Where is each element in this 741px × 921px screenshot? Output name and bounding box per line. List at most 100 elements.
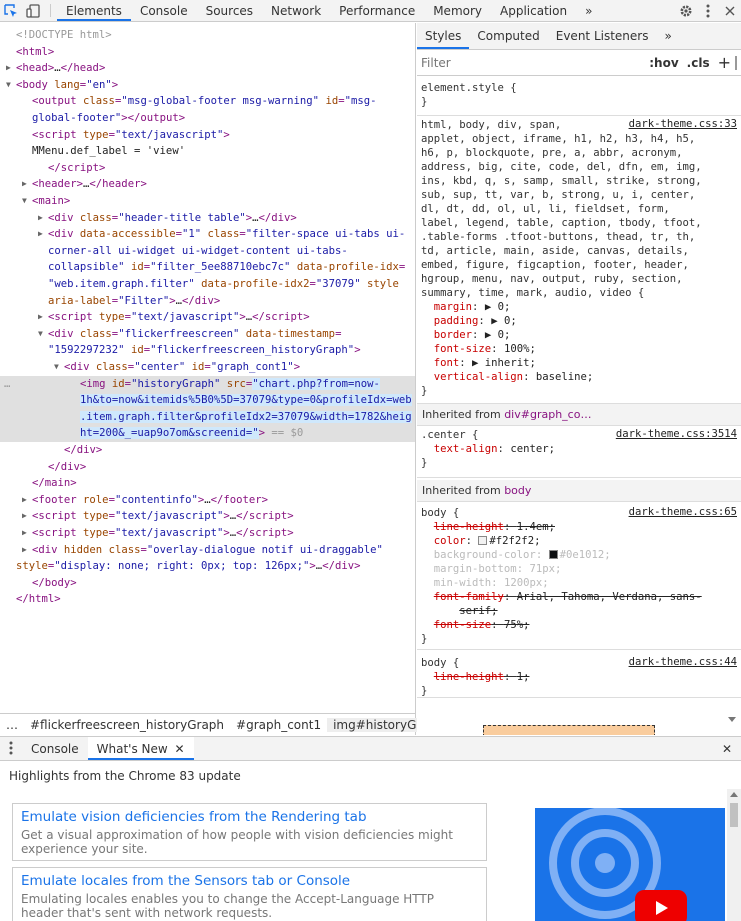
- feature-card-vision[interactable]: Emulate vision deficiencies from the Ren…: [12, 803, 487, 861]
- dom-node-line[interactable]: aria-label="Filter">…</div>: [0, 293, 415, 310]
- feature-card-title[interactable]: Emulate locales from the Sensors tab or …: [21, 873, 478, 890]
- reset-rule-source-link[interactable]: dark-theme.css:33: [629, 118, 737, 130]
- css-declaration[interactable]: line-height: 1.4em;: [421, 520, 737, 534]
- more-options-icon[interactable]: [697, 0, 719, 22]
- body-rule-65-source-link[interactable]: dark-theme.css:65: [629, 506, 737, 518]
- css-declaration[interactable]: min-width: 1200px;: [421, 576, 737, 590]
- dom-node-line[interactable]: ▼ <main>: [0, 193, 415, 210]
- styles-scroll-down-icon[interactable]: [727, 713, 741, 735]
- breadcrumb-flickerfreescreen[interactable]: #flickerfreescreen_historyGraph: [24, 718, 230, 732]
- inherited-from-body-link[interactable]: body: [504, 484, 531, 497]
- dom-node-line[interactable]: </body>: [0, 575, 415, 592]
- dom-node-line[interactable]: "web.item.graph.filter" data-profile-idx…: [0, 276, 415, 293]
- dom-node-line[interactable]: </html>: [0, 591, 415, 608]
- dom-tree-panel[interactable]: <!DOCTYPE html> <html> ▶ <head>…</head> ▼ <bo…: [0, 23, 416, 713]
- dom-node-line[interactable]: 1h&to=now&itemids%5B0%5D=37079&type=0&pr…: [0, 392, 415, 409]
- feature-card-title[interactable]: Emulate vision deficiencies from the Ren…: [21, 809, 478, 826]
- more-tabs-button[interactable]: »: [576, 0, 601, 21]
- tab-sources[interactable]: Sources: [197, 0, 262, 21]
- drawer-menu-icon[interactable]: [0, 737, 22, 760]
- dom-node-line[interactable]: .item.graph.filter&profileIdx2=37079&wid…: [0, 408, 415, 426]
- text-align-property[interactable]: text-align: [434, 443, 498, 455]
- color-swatch-icon[interactable]: [548, 550, 558, 559]
- close-whats-new-icon[interactable]: ✕: [175, 742, 185, 756]
- play-button-icon[interactable]: [635, 890, 687, 921]
- dom-node-line[interactable]: ▼ <body lang="en">: [0, 77, 415, 94]
- styles-more-tabs-button[interactable]: »: [656, 23, 679, 49]
- feature-card-locales[interactable]: Emulate locales from the Sensors tab or …: [12, 867, 487, 921]
- reset-rule[interactable]: dark-theme.css:33 html, body, div, span,…: [417, 116, 741, 404]
- dom-node-line[interactable]: "1592297232" id="flickerfreescreen_histo…: [0, 342, 415, 359]
- settings-gear-icon[interactable]: [675, 0, 697, 22]
- inspect-element-icon[interactable]: [0, 0, 22, 22]
- tab-elements[interactable]: Elements: [57, 0, 131, 21]
- color-swatch-icon[interactable]: [478, 536, 488, 545]
- dom-node-line[interactable]: global-footer"></output>: [0, 110, 415, 127]
- dom-node-line[interactable]: </div>: [0, 442, 415, 459]
- dom-node-line[interactable]: MMenu.def_label = 'view': [0, 143, 415, 160]
- expand-arrow-icon[interactable]: ▶: [22, 525, 27, 541]
- expand-arrow-icon[interactable]: ▶: [22, 508, 27, 524]
- element-style-rule[interactable]: element.style { }: [417, 79, 741, 116]
- collapse-arrow-icon[interactable]: ▼: [6, 77, 11, 93]
- dom-node-line[interactable]: … <img id="historyGraph" src="chart.php?f…: [0, 375, 415, 393]
- dom-node-line[interactable]: ▶ <div hidden class="overlay-dialogue not…: [0, 542, 415, 559]
- tab-console[interactable]: Console: [131, 0, 197, 21]
- dom-node-line[interactable]: <output class="msg-global-footer msg-war…: [0, 93, 415, 110]
- line-height-value[interactable]: 1;: [517, 671, 530, 683]
- expand-arrow-icon[interactable]: ▶: [38, 309, 43, 325]
- dom-node-line[interactable]: <script type="text/javascript">: [0, 127, 415, 144]
- body-rule-44-source-link[interactable]: dark-theme.css:44: [629, 656, 737, 668]
- breadcrumb-ellipsis[interactable]: …: [0, 718, 24, 732]
- line-height-property[interactable]: line-height: [434, 671, 504, 683]
- close-devtools-icon[interactable]: [719, 0, 741, 22]
- hov-toggle[interactable]: :hov: [645, 56, 682, 70]
- expand-arrow-icon[interactable]: ▶: [38, 226, 43, 242]
- dom-node-line[interactable]: ▶ <footer role="contentinfo">…</footer>: [0, 492, 415, 509]
- dom-node-line[interactable]: ▶ <div class="header-title table">…</div>: [0, 210, 415, 227]
- css-declaration[interactable]: color: #f2f2f2;: [421, 534, 737, 548]
- dom-node-line[interactable]: </main>: [0, 475, 415, 492]
- dom-node-line[interactable]: ht=200&_=uap9o7om&screenid="> == $0: [0, 425, 415, 442]
- breadcrumb-graph-cont1[interactable]: #graph_cont1: [230, 718, 327, 732]
- css-declaration[interactable]: padding: ▶ 0;: [421, 314, 737, 328]
- expand-arrow-icon[interactable]: ▶: [6, 60, 11, 76]
- drawer-tab-whats-new[interactable]: What's New ✕: [87, 737, 194, 760]
- tab-computed[interactable]: Computed: [469, 23, 547, 49]
- dom-node-line[interactable]: ▼ <div class="center" id="graph_cont1">: [0, 359, 415, 376]
- dom-node-line[interactable]: collapsible" id="filter_5ee88710ebc7c" d…: [0, 259, 415, 276]
- css-declaration[interactable]: serif;: [421, 604, 737, 618]
- close-drawer-icon[interactable]: ✕: [713, 737, 741, 760]
- dom-node-line[interactable]: ▼ <div class="flickerfreescreen" data-tim…: [0, 326, 415, 343]
- css-declaration[interactable]: font-size: 100%;: [421, 342, 737, 356]
- tab-event-listeners[interactable]: Event Listeners: [548, 23, 657, 49]
- cls-toggle[interactable]: .cls: [683, 56, 714, 70]
- tab-network[interactable]: Network: [262, 0, 330, 21]
- dom-node-line[interactable]: ▶ <script type="text/javascript">…</scrip…: [0, 508, 415, 525]
- inherited-from-link[interactable]: div#graph_co…: [504, 408, 591, 421]
- css-declaration[interactable]: vertical-align: baseline;: [421, 370, 737, 384]
- dom-node-line[interactable]: ▶ <header>…</header>: [0, 176, 415, 193]
- collapse-arrow-icon[interactable]: ▼: [38, 326, 43, 342]
- dom-node-line[interactable]: ▶ <script type="text/javascript">…</scrip…: [0, 309, 415, 326]
- dom-node-line[interactable]: <!DOCTYPE html>: [0, 27, 415, 44]
- dom-node-line[interactable]: ▶ <div data-accessible="1" class="filter-…: [0, 226, 415, 243]
- device-toolbar-icon[interactable]: [22, 0, 44, 22]
- new-rule-plus-icon[interactable]: +: [714, 53, 735, 72]
- collapse-arrow-icon[interactable]: ▼: [54, 359, 59, 375]
- center-rule[interactable]: dark-theme.css:3514 .center { text-align…: [417, 426, 741, 478]
- dom-node-line[interactable]: ▶ <head>…</head>: [0, 60, 415, 77]
- css-declaration[interactable]: background-color: #0e1012;: [421, 548, 737, 562]
- text-align-value[interactable]: center;: [510, 443, 555, 455]
- css-declaration[interactable]: margin-bottom: 71px;: [421, 562, 737, 576]
- collapse-arrow-icon[interactable]: ▼: [22, 193, 27, 209]
- center-rule-source-link[interactable]: dark-theme.css:3514: [616, 428, 737, 440]
- dom-node-line[interactable]: </script>: [0, 160, 415, 177]
- video-thumbnail[interactable]: [535, 808, 725, 921]
- dom-node-line[interactable]: style="display: none; right: 0px; top: 1…: [0, 558, 415, 575]
- tab-performance[interactable]: Performance: [330, 0, 424, 21]
- body-rule-44[interactable]: dark-theme.css:44 body { line-height: 1;…: [417, 654, 741, 698]
- expand-arrow-icon[interactable]: ▶: [22, 176, 27, 192]
- css-declaration[interactable]: margin: ▶ 0;: [421, 300, 737, 314]
- dom-node-line[interactable]: ▶ <script type="text/javascript">…</scrip…: [0, 525, 415, 542]
